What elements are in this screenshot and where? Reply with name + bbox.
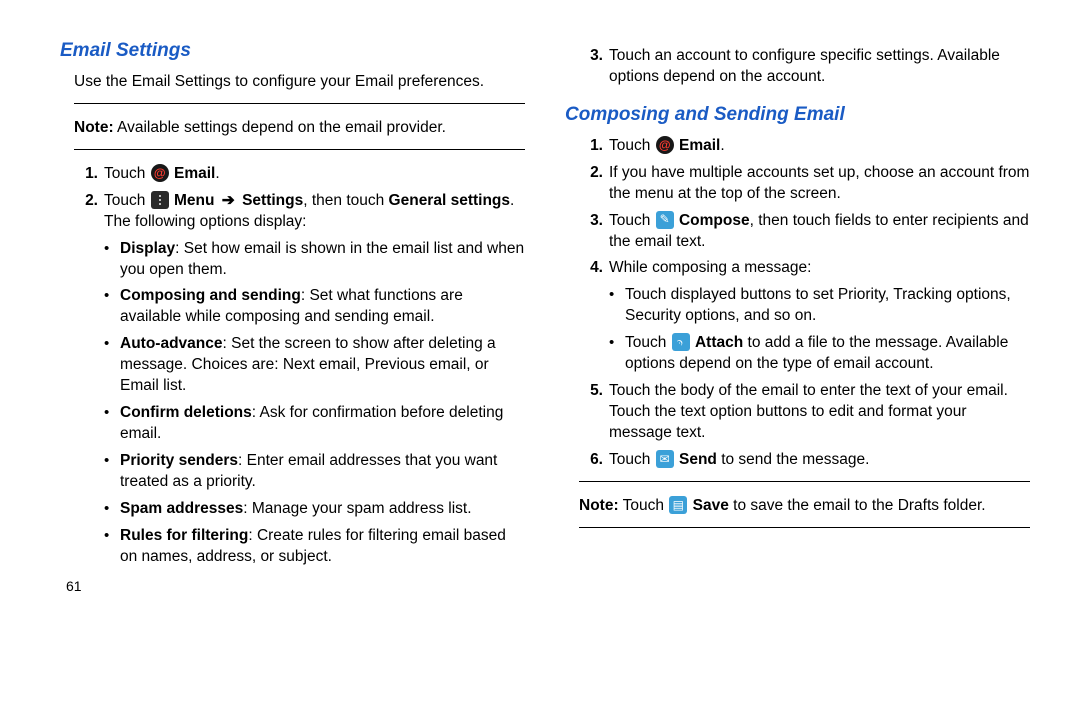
note-label: Note: [579,497,619,514]
step-text: Touch Compose, then touch fields to ente… [609,212,1029,250]
section-title-composing: Composing and Sending Email [565,104,1030,126]
bullet-head: Auto-advance [120,335,223,352]
bullet-item: Confirm deletions: Ask for confirmation … [104,403,525,445]
menu-icon [151,191,169,209]
bullet-item: Spam addresses: Manage your spam address… [104,499,525,520]
steps-list-left: 1. Touch Email. 2. Touch Menu ➔ Settings… [74,164,525,568]
email-icon [151,164,169,182]
send-icon [656,450,674,468]
step-text: Touch Send to send the message. [609,451,869,468]
step-number: 3. [579,46,603,67]
note-label: Note: [74,119,114,136]
step-number: 1. [579,136,603,157]
bold-term: Attach [695,334,743,351]
bullet-item: Auto-advance: Set the screen to show aft… [104,334,525,397]
bullet-head: Spam addresses [120,500,243,517]
divider [579,481,1030,482]
note-line-right: Note: Touch Save to save the email to th… [579,496,1030,517]
bullet-head: Confirm deletions [120,404,252,421]
note-line: Note: Available settings depend on the e… [74,118,525,139]
bullet-item: Priority senders: Enter email addresses … [104,451,525,493]
step-number: 2. [579,163,603,184]
section-title-email-settings: Email Settings [60,40,525,62]
bullet-head: Composing and sending [120,287,301,304]
step-r5: 5. Touch the body of the email to enter … [579,381,1030,444]
step-2: 2. Touch Menu ➔ Settings, then touch Gen… [74,191,525,568]
step-number: 5. [579,381,603,402]
bold-term: General settings [389,192,510,209]
step-r4: 4. While composing a message: Touch disp… [579,258,1030,375]
bullet-item: Display: Set how email is shown in the e… [104,239,525,281]
left-column: Email Settings Use the Email Settings to… [60,40,525,690]
divider [74,149,525,150]
step-r2: 2. If you have multiple accounts set up,… [579,163,1030,205]
note-text: Available settings depend on the email p… [114,119,446,136]
bullet-head: Rules for filtering [120,527,248,544]
step-text: Touch Menu ➔ Settings, then touch Genera… [104,192,514,230]
save-icon [669,496,687,514]
step-r1: 1. Touch Email. [579,136,1030,157]
step-number: 3. [579,211,603,232]
bullet-item: Touch Attach to add a file to the messag… [609,333,1030,375]
bullet-list: Touch displayed buttons to set Priority,… [609,285,1030,375]
compose-icon [656,211,674,229]
email-icon [656,136,674,154]
bullet-list: Display: Set how email is shown in the e… [104,239,525,568]
bold-term: Menu [174,192,214,209]
step-text: Touch Email. [609,137,725,154]
step-number: 4. [579,258,603,279]
step-text: While composing a message: [609,259,811,276]
bold-term: Email [174,165,215,182]
step-text: If you have multiple accounts set up, ch… [609,164,1029,202]
arrow-icon: ➔ [222,192,235,209]
bold-term: Save [693,497,729,514]
step-text: Touch the body of the email to enter the… [609,382,1008,441]
step-text: Touch Email. [104,165,220,182]
bold-term: Compose [679,212,750,229]
bullet-item: Rules for filtering: Create rules for fi… [104,526,525,568]
intro-text: Use the Email Settings to configure your… [74,72,525,93]
step-text: Touch an account to configure specific s… [609,47,1000,85]
steps-list-right: 1. Touch Email. 2. If you have multiple … [579,136,1030,471]
bold-term: Email [679,137,720,154]
step-r6: 6. Touch Send to send the message. [579,450,1030,471]
steps-continued: 3. Touch an account to configure specifi… [579,46,1030,88]
bullet-item: Composing and sending: Set what function… [104,286,525,328]
step-3-cont: 3. Touch an account to configure specifi… [579,46,1030,88]
step-number: 1. [74,164,98,185]
bullet-head: Display [120,240,175,257]
step-1: 1. Touch Email. [74,164,525,185]
divider [74,103,525,104]
bullet-item: Touch displayed buttons to set Priority,… [609,285,1030,327]
step-r3: 3. Touch Compose, then touch fields to e… [579,211,1030,253]
bold-term: Send [679,451,717,468]
page-number: 61 [66,578,525,594]
note-text: Touch Save to save the email to the Draf… [619,497,986,514]
bold-term: Settings [242,192,303,209]
right-column: 3. Touch an account to configure specifi… [565,40,1030,690]
attach-icon [672,333,690,351]
divider [579,527,1030,528]
step-number: 2. [74,191,98,212]
bullet-head: Priority senders [120,452,238,469]
step-number: 6. [579,450,603,471]
